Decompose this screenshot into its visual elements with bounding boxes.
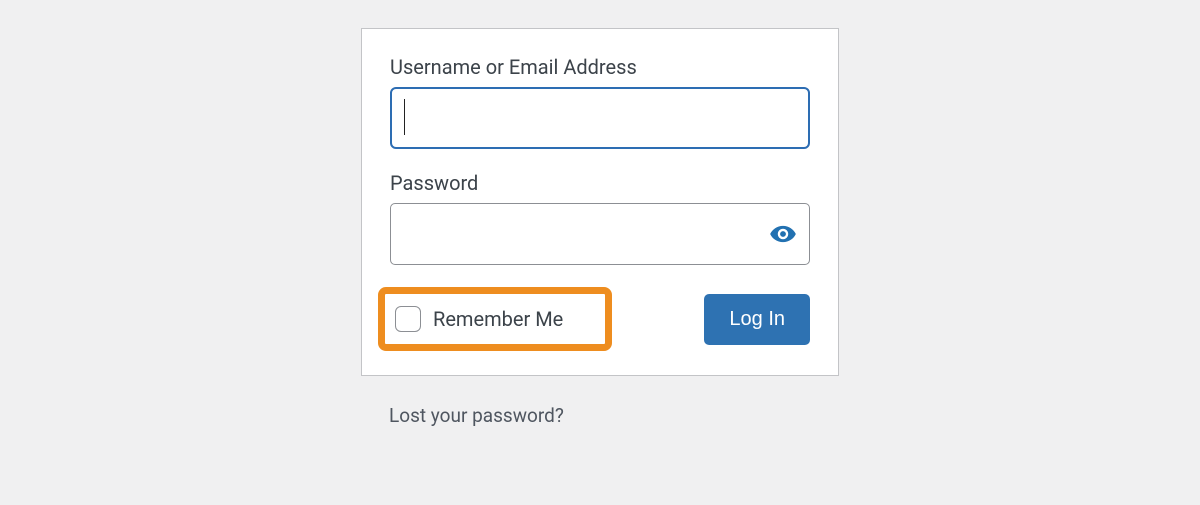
show-password-button[interactable] [766, 217, 800, 251]
password-label: Password [390, 171, 810, 195]
username-input[interactable] [390, 87, 810, 149]
remember-me-label[interactable]: Remember Me [433, 307, 563, 331]
username-input-wrap [390, 87, 810, 149]
login-button[interactable]: Log In [704, 294, 810, 345]
remember-me-checkbox[interactable] [395, 306, 421, 332]
eye-icon [769, 220, 797, 248]
password-input[interactable] [390, 203, 810, 265]
login-form: Username or Email Address Password Remem… [361, 28, 839, 376]
username-label: Username or Email Address [390, 55, 810, 79]
text-caret [404, 99, 405, 135]
password-group: Password [390, 171, 810, 265]
password-input-wrap [390, 203, 810, 265]
lost-password-link[interactable]: Lost your password? [361, 404, 839, 427]
remember-me-highlight: Remember Me [378, 287, 612, 351]
username-group: Username or Email Address [390, 55, 810, 149]
form-footer-row: Remember Me Log In [390, 287, 810, 351]
